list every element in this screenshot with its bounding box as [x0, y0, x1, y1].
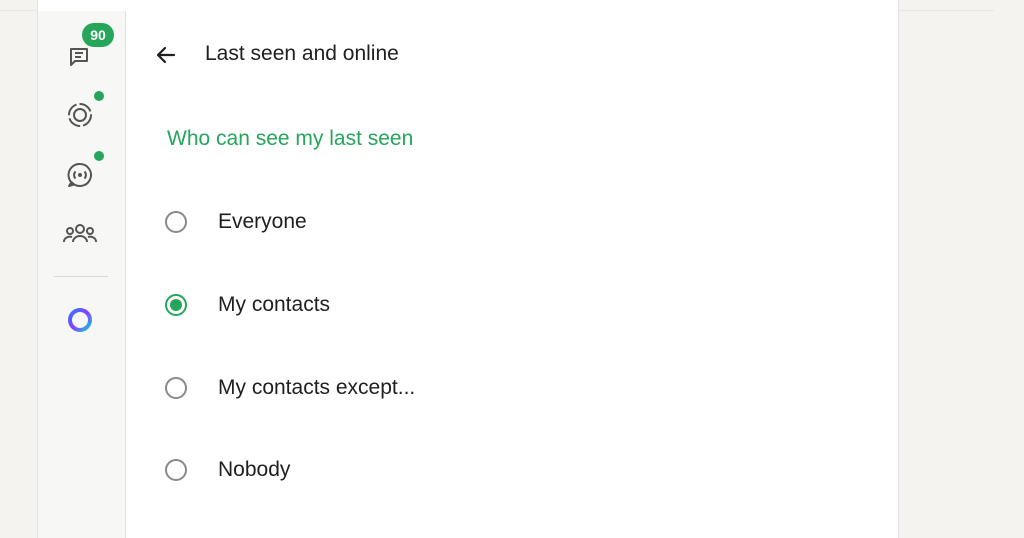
option-everyone[interactable]: Everyone: [162, 200, 662, 244]
arrow-left-icon: [156, 46, 176, 64]
radio-everyone[interactable]: [165, 211, 187, 233]
privacy-settings-panel: Last seen and online Who can see my last…: [126, 11, 896, 538]
radio-my-contacts-except[interactable]: [165, 377, 187, 399]
radio-nobody[interactable]: [165, 459, 187, 481]
meta-ai-icon: [68, 308, 92, 332]
option-my-contacts[interactable]: My contacts: [162, 283, 662, 327]
rail-item-channels[interactable]: [60, 155, 100, 195]
option-my-contacts-except[interactable]: My contacts except...: [162, 366, 662, 410]
option-label: Everyone: [218, 210, 307, 233]
page-title: Last seen and online: [205, 42, 399, 65]
rail-item-communities[interactable]: [60, 214, 100, 254]
option-label: My contacts except...: [218, 376, 416, 399]
navigation-rail: 90: [38, 11, 126, 538]
option-label: Nobody: [218, 458, 291, 481]
status-icon: [68, 103, 92, 127]
option-label: My contacts: [218, 293, 331, 316]
rail-divider: [54, 276, 108, 277]
unread-count-badge: 90: [82, 23, 114, 47]
radio-my-contacts[interactable]: [165, 294, 187, 316]
back-button[interactable]: [150, 39, 182, 71]
channels-icon: [67, 162, 92, 187]
communities-icon: [63, 224, 97, 243]
channels-unread-dot: [94, 151, 104, 161]
section-title: Who can see my last seen: [167, 127, 414, 150]
rail-item-meta-ai[interactable]: [60, 300, 100, 340]
status-unread-dot: [94, 91, 104, 101]
option-nobody[interactable]: Nobody: [162, 448, 662, 492]
rail-item-status[interactable]: [60, 95, 100, 135]
